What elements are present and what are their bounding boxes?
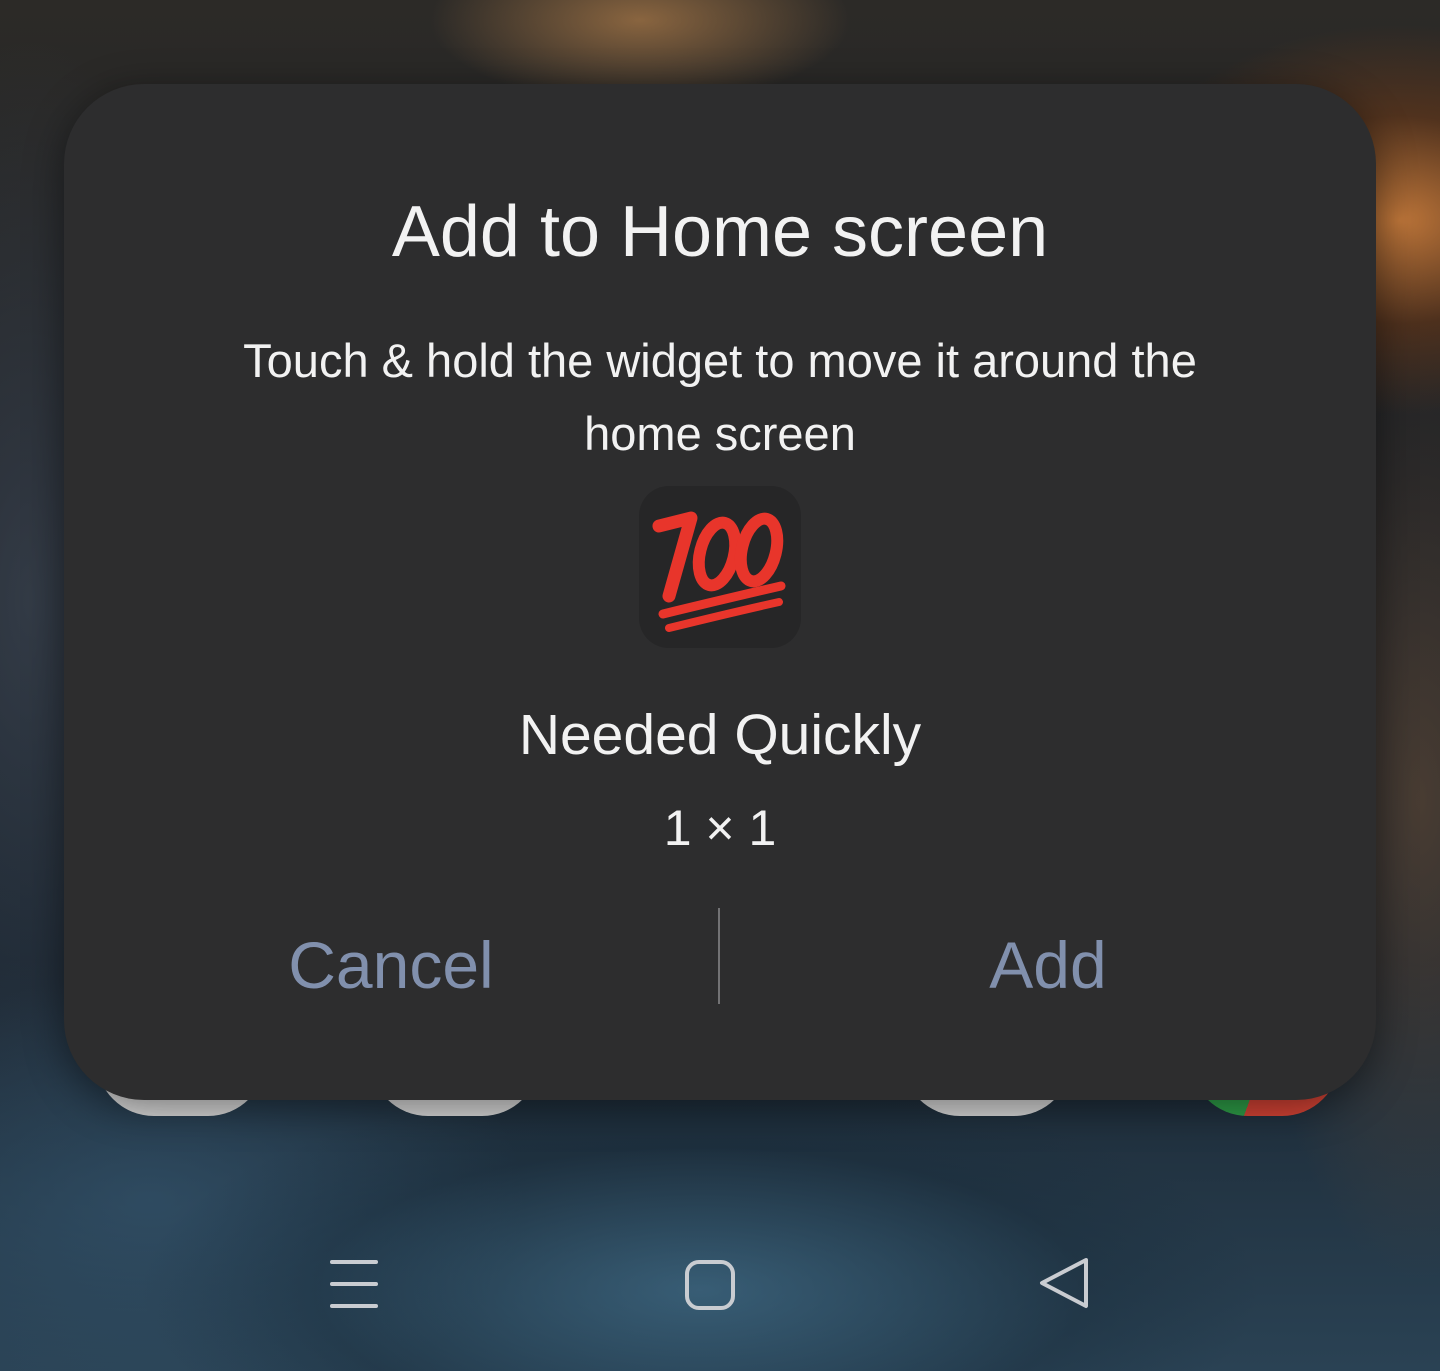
home-button[interactable] — [675, 1250, 745, 1320]
recents-button[interactable] — [320, 1250, 390, 1320]
add-widget-dialog: Add to Home screen Touch & hold the widg… — [64, 84, 1376, 1100]
back-icon — [1040, 1258, 1088, 1308]
cancel-button[interactable]: Cancel — [64, 920, 718, 1010]
home-icon — [685, 1260, 735, 1310]
recents-icon — [330, 1260, 378, 1308]
widget-size: 1 × 1 — [663, 800, 777, 856]
widget-name: Needed Quickly — [518, 703, 922, 767]
add-button[interactable]: Add — [720, 920, 1376, 1010]
dialog-message: Touch & hold the widget to move it aroun… — [243, 334, 1197, 460]
hundred-points-emoji-icon — [652, 511, 786, 632]
back-button[interactable] — [1030, 1250, 1100, 1320]
dialog-title: Add to Home screen — [391, 192, 1049, 272]
widget-preview[interactable] — [639, 486, 801, 648]
